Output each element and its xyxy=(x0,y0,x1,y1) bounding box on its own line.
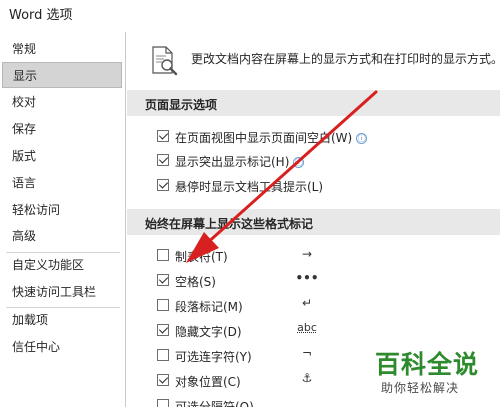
checkbox[interactable] xyxy=(157,130,169,142)
option-label: 在页面视图中显示页面间空白(W) xyxy=(175,131,353,145)
option-label: 可选连字符(Y) xyxy=(175,350,252,364)
sidebar-item-quick-access-toolbar[interactable]: 快速访问工具栏 xyxy=(2,279,122,305)
sidebar-item-proofing[interactable]: 校对 xyxy=(2,89,122,115)
checkbox[interactable] xyxy=(157,274,169,286)
section-formatting-marks: 始终在屏幕上显示这些格式标记 xyxy=(127,209,500,235)
option-label: 悬停时显示文档工具提示(L) xyxy=(175,180,324,194)
checkbox[interactable] xyxy=(157,154,169,166)
info-icon[interactable]: ⓘ xyxy=(293,157,305,168)
checkbox[interactable] xyxy=(157,249,169,261)
tab-arrow-icon: → xyxy=(301,247,313,261)
document-magnifier-icon xyxy=(152,46,178,76)
title-bar: Word 选项 xyxy=(0,0,500,32)
anchor-icon: ⚓ xyxy=(301,371,313,385)
checkbox[interactable] xyxy=(157,179,169,191)
info-icon[interactable]: ⓘ xyxy=(356,133,368,144)
display-description: 更改文档内容在屏幕上的显示方式和在打印时的显示方式。 xyxy=(191,52,500,66)
sidebar-item-add-ins[interactable]: 加载项 xyxy=(2,307,122,333)
watermark-title: 百科全说 xyxy=(375,350,480,379)
checkbox[interactable] xyxy=(157,349,169,361)
option-label: 制表符(T) xyxy=(175,250,228,264)
option-label: 段落标记(M) xyxy=(175,300,243,314)
checkbox[interactable] xyxy=(157,299,169,311)
sidebar-item-save[interactable]: 保存 xyxy=(2,116,122,142)
option-label: 可选分隔符(O) xyxy=(175,400,254,407)
section-heading: 始终在屏幕上显示这些格式标记 xyxy=(145,217,314,231)
checkbox[interactable] xyxy=(157,374,169,386)
window-title: Word 选项 xyxy=(9,8,73,23)
section-heading: 页面显示选项 xyxy=(145,98,218,112)
section-page-display: 页面显示选项 xyxy=(127,90,500,116)
checkbox[interactable] xyxy=(157,324,169,336)
sidebar-item-language[interactable]: 语言 xyxy=(2,170,122,196)
sidebar-item-typography[interactable]: 版式 xyxy=(2,143,122,169)
watermark-logo: 百科全说 助你轻松解决 xyxy=(369,342,500,407)
option-label: 隐藏文字(D) xyxy=(175,325,242,339)
sidebar-item-accessibility[interactable]: 轻松访问 xyxy=(2,197,122,223)
checkbox[interactable] xyxy=(157,399,169,407)
option-label: 显示突出显示标记(H) xyxy=(175,155,290,169)
space-dots-icon: ••• xyxy=(295,271,319,285)
option-label: 对象位置(C) xyxy=(175,375,241,389)
optional-hyphen-icon: ¬ xyxy=(301,346,313,360)
options-sidebar: 常规 显示 校对 保存 版式 语言 轻松访问 高级 自定义功能区 快速访问工具栏… xyxy=(0,32,126,407)
paragraph-mark-icon: ↵ xyxy=(301,296,313,310)
sidebar-item-display[interactable]: 显示 xyxy=(2,62,122,88)
sidebar-item-trust-center[interactable]: 信任中心 xyxy=(2,334,122,360)
hidden-text-icon: abc xyxy=(297,321,317,334)
watermark-subtitle: 助你轻松解决 xyxy=(381,381,460,395)
option-label: 空格(S) xyxy=(175,275,216,289)
sidebar-item-general[interactable]: 常规 xyxy=(2,36,122,62)
sidebar-item-advanced[interactable]: 高级 xyxy=(2,223,122,249)
sidebar-item-customize-ribbon[interactable]: 自定义功能区 xyxy=(2,252,122,278)
